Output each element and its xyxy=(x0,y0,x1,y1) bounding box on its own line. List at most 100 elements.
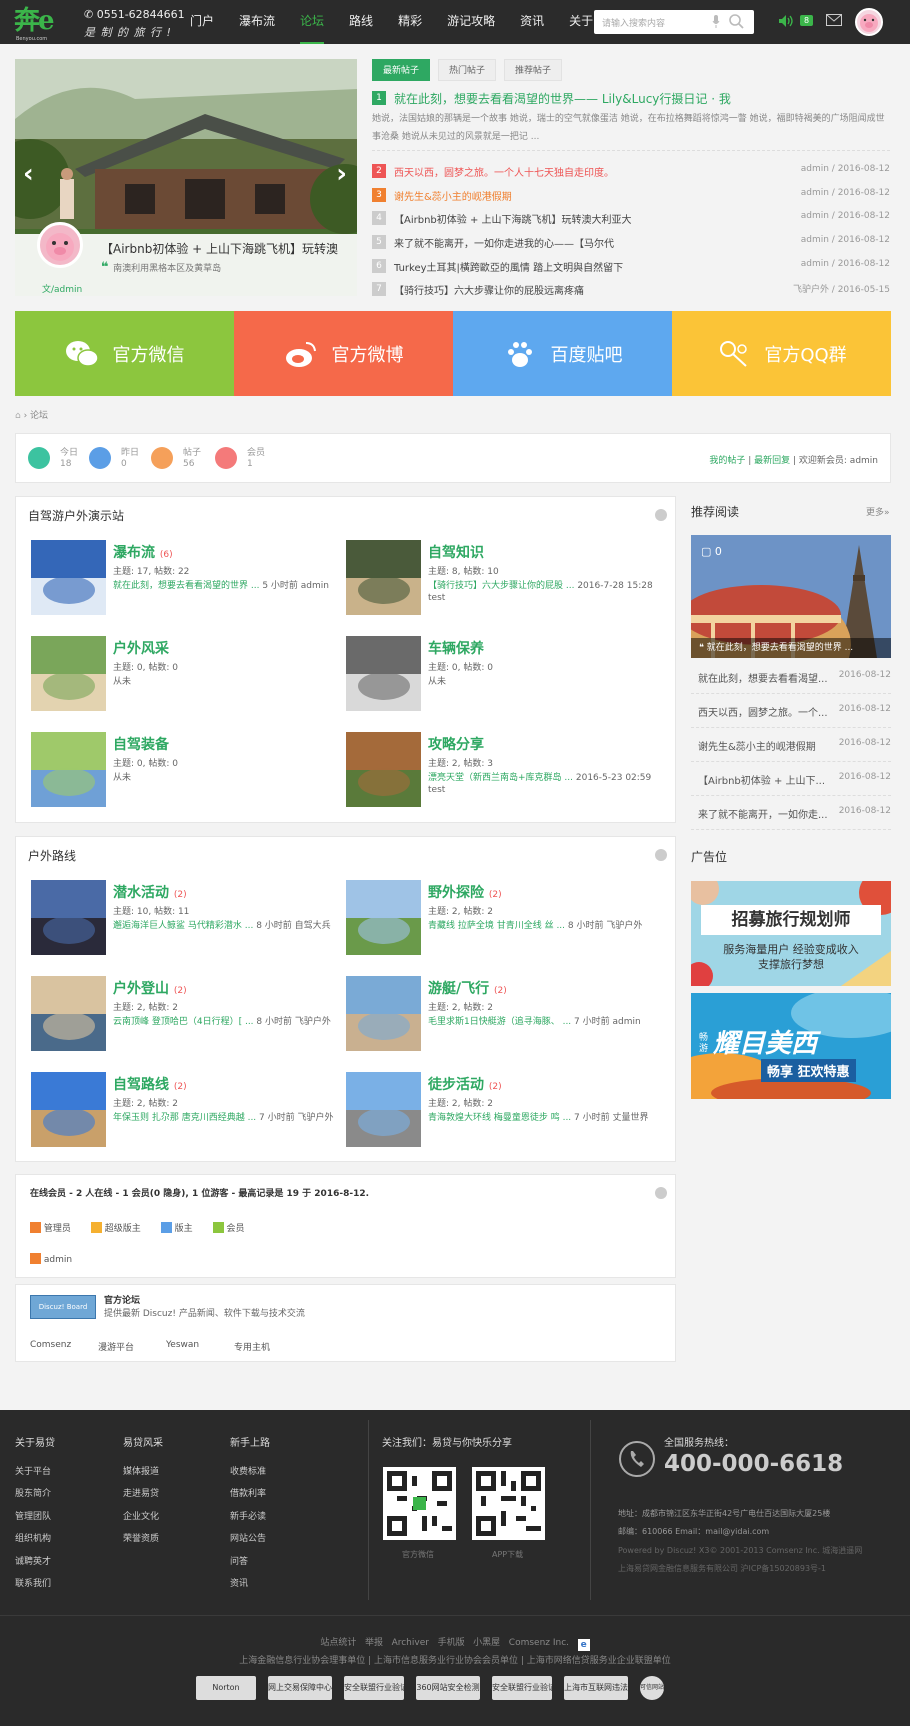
forum-thumbnail[interactable] xyxy=(346,540,421,615)
recommend-title-text[interactable]: 就在此刻，想要去看看渴望... xyxy=(698,670,828,685)
forum-thumbnail[interactable] xyxy=(31,732,106,807)
tile-baidu-tieba[interactable]: 百度贴吧 xyxy=(453,311,672,396)
forum-name[interactable]: 潜水活动 (2) xyxy=(113,882,187,902)
forum-thumbnail[interactable] xyxy=(31,1072,106,1147)
cert-badge[interactable]: Norton xyxy=(196,1676,256,1700)
footer-link[interactable]: 荣誉资质 xyxy=(123,1534,159,1544)
cert-badge[interactable]: 安全联盟行业验证 xyxy=(344,1676,404,1700)
footer-link[interactable]: 组织机构 xyxy=(15,1534,51,1544)
news-item[interactable]: 4 【Airbnb初体验 + 上山下海跳飞机】玩转澳大利亚大 admin / 201… xyxy=(372,207,890,231)
tile-weibo[interactable]: 官方微博 xyxy=(234,311,453,396)
forum-item[interactable]: 潜水活动 (2) 主题: 10, 帖数: 11 邂逅海洋巨人鲸鲨 马代精彩潜水 ..… xyxy=(31,880,331,960)
news-title[interactable]: 西天以西，圆梦之旅。一个人十七天独自走印度。 xyxy=(394,164,614,179)
cert-badge[interactable]: 可信网站 xyxy=(640,1676,664,1700)
forum-name-text[interactable]: 自驾装备 xyxy=(113,737,169,753)
search-box[interactable]: 请输入搜索内容 xyxy=(594,10,754,34)
headline-title[interactable]: 就在此刻，想要去看看渴望的世界—— Lily&Lucy行摄日记 · 我 xyxy=(394,90,731,107)
cert-badge[interactable]: 360网站安全检测 xyxy=(416,1676,480,1700)
microphone-icon[interactable] xyxy=(712,15,720,28)
forum-thumbnail[interactable] xyxy=(31,540,106,615)
forum-name[interactable]: 自驾装备 xyxy=(113,734,169,754)
footer-link[interactable]: 资讯 xyxy=(230,1579,248,1589)
nav-item-about[interactable]: 关于 xyxy=(569,0,593,44)
footer-link[interactable]: 股东简介 xyxy=(15,1489,51,1499)
forum-name-text[interactable]: 潜水活动 xyxy=(113,885,169,901)
recommend-item[interactable]: 西天以西，圆梦之旅。一个... 2016-08-12 xyxy=(691,694,891,728)
footer-link[interactable]: 走进易贷 xyxy=(123,1489,159,1499)
qr-wechat[interactable] xyxy=(383,1467,456,1540)
link-archiver[interactable]: Archiver xyxy=(392,1638,429,1648)
last-post-title[interactable]: 就在此刻，想要去看看渴望的世界 ... xyxy=(113,581,259,591)
forum-name-text[interactable]: 徒步活动 xyxy=(428,1077,484,1093)
forum-name-text[interactable]: 瀑布流 xyxy=(113,545,155,561)
forum-name-text[interactable]: 户外风采 xyxy=(113,641,169,657)
news-title[interactable]: 【骑行技巧】六大步骤让你的屁股远离疼痛 xyxy=(394,282,584,297)
collapse-icon[interactable] xyxy=(655,849,667,861)
forum-thumbnail[interactable] xyxy=(346,880,421,955)
news-title[interactable]: 【Airbnb初体验 + 上山下海跳飞机】玩转澳大利亚大 xyxy=(394,211,632,226)
link-report[interactable]: 举报 xyxy=(365,1638,383,1648)
link-comsenz[interactable]: Comsenz xyxy=(30,1340,98,1353)
tile-qq-group[interactable]: 官方QQ群 xyxy=(672,311,891,396)
ad-banner-west-us[interactable]: 畅游 耀目美西 畅享 狂欢特惠 xyxy=(691,993,891,1099)
forum-thumbnail[interactable] xyxy=(346,636,421,711)
slider-next-arrow[interactable]: › xyxy=(336,159,347,189)
link-hosting[interactable]: 专用主机 xyxy=(234,1340,302,1353)
ad-banner-planner[interactable]: 招募旅行规划师 服务海量用户 经验变成收入 支撑旅行梦想 xyxy=(691,881,891,986)
recommend-title-text[interactable]: 谢先生&蕊小主的岘港假期 xyxy=(698,738,816,753)
last-post-title[interactable]: 【骑行技巧】六大步骤让你的屁股 ... xyxy=(428,581,574,591)
nav-item-portal[interactable]: 门户 xyxy=(190,0,214,44)
forum-item[interactable]: 攻略分享 主题: 2, 帖数: 3 漂亮天堂（新西兰南岛+库克群岛 ... 201… xyxy=(346,732,651,812)
news-item[interactable]: 3 谢先生&蕊小主的岘港假期 admin / 2016-08-12 xyxy=(372,184,890,208)
recommend-item[interactable]: 【Airbnb初体验 + 上山下... 2016-08-12 xyxy=(691,762,891,796)
footer-link[interactable]: 关于平台 xyxy=(15,1467,51,1477)
slide-author[interactable]: 文/admin xyxy=(42,282,82,295)
link-manyou[interactable]: 漫游平台 xyxy=(98,1340,166,1353)
forum-name-text[interactable]: 自驾路线 xyxy=(113,1077,169,1093)
last-post-title[interactable]: 年保玉则 扎尕那 唐克川西经典越 ... xyxy=(113,1113,256,1123)
last-post-title[interactable]: 青藏线 拉萨全境 甘青川全线 丝 ... xyxy=(428,921,565,931)
forum-name[interactable]: 游艇/飞行 (2) xyxy=(428,978,507,998)
tab-recommended-posts[interactable]: 推荐帖子 xyxy=(504,59,563,81)
recommend-title-text[interactable]: 来了就不能离开，一如你走... xyxy=(698,806,828,821)
forum-name[interactable]: 徒步活动 (2) xyxy=(428,1074,502,1094)
forum-name-text[interactable]: 游艇/飞行 xyxy=(428,981,489,997)
link-comsenz-inc[interactable]: Comsenz Inc. xyxy=(509,1638,569,1648)
nav-item-highlights[interactable]: 精彩 xyxy=(398,0,422,44)
forum-name[interactable]: 野外探险 (2) xyxy=(428,882,502,902)
tile-wechat[interactable]: 官方微信 xyxy=(15,311,234,396)
forum-name[interactable]: 自驾路线 (2) xyxy=(113,1074,187,1094)
forum-name-text[interactable]: 野外探险 xyxy=(428,885,484,901)
recommend-item[interactable]: 就在此刻，想要去看看渴望... 2016-08-12 xyxy=(691,660,891,694)
my-posts-link[interactable]: 我的帖子 xyxy=(709,456,745,466)
forum-name[interactable]: 车辆保养 xyxy=(428,638,484,658)
footer-link[interactable]: 管理团队 xyxy=(15,1512,51,1522)
site-logo[interactable]: 奔e Benyou.com xyxy=(14,4,76,42)
news-item[interactable]: 7 【骑行技巧】六大步骤让你的屁股远离疼痛 飞驴户外 / 2016-05-15 xyxy=(372,278,890,302)
cert-badge[interactable]: 网上交易保障中心 xyxy=(268,1676,332,1700)
forum-name[interactable]: 攻略分享 xyxy=(428,734,484,754)
footer-link[interactable]: 联系我们 xyxy=(15,1579,51,1589)
last-post-title[interactable]: 云南顶峰 登顶哈巴（4日行程）[ ... xyxy=(113,1017,254,1027)
nav-item-travel-guides[interactable]: 游记攻略 xyxy=(447,0,495,44)
nav-item-forum[interactable]: 论坛 xyxy=(300,0,325,44)
news-title[interactable]: 谢先生&蕊小主的岘港假期 xyxy=(394,188,512,203)
link-yeswan[interactable]: Yeswan xyxy=(166,1340,234,1353)
user-avatar[interactable] xyxy=(855,8,883,36)
forum-thumbnail[interactable] xyxy=(31,880,106,955)
cert-badge[interactable]: 安全联盟行业验证 xyxy=(492,1676,552,1700)
online-user[interactable]: admin xyxy=(30,1253,72,1265)
home-icon[interactable]: ⌂ xyxy=(15,411,21,421)
recommend-title-text[interactable]: 【Airbnb初体验 + 上山下... xyxy=(698,772,825,787)
last-post-title[interactable]: 邂逅海洋巨人鲸鲨 马代精彩潜水 ... xyxy=(113,921,253,931)
forum-name-text[interactable]: 户外登山 xyxy=(113,981,169,997)
forum-item[interactable]: 徒步活动 (2) 主题: 2, 帖数: 2 青海敦煌大环线 梅曼童恩徒步 鸣 ...… xyxy=(346,1072,649,1152)
author-avatar[interactable] xyxy=(37,222,83,268)
last-post-title[interactable]: 青海敦煌大环线 梅曼童恩徒步 鸣 ... xyxy=(428,1113,571,1123)
nav-item-news[interactable]: 资讯 xyxy=(520,0,544,44)
forum-name[interactable]: 自驾知识 xyxy=(428,542,484,562)
news-title[interactable]: Turkey土耳其|橫跨歐亞的風情 踏上文明與自然留下 xyxy=(394,259,623,274)
forum-item[interactable]: 野外探险 (2) 主题: 2, 帖数: 2 青藏线 拉萨全境 甘青川全线 丝 ...… xyxy=(346,880,646,960)
cert-badge[interactable]: 上海市互联网违法和不良信息举报中心 xyxy=(564,1676,628,1700)
forum-name[interactable]: 瀑布流 (6) xyxy=(113,542,173,562)
